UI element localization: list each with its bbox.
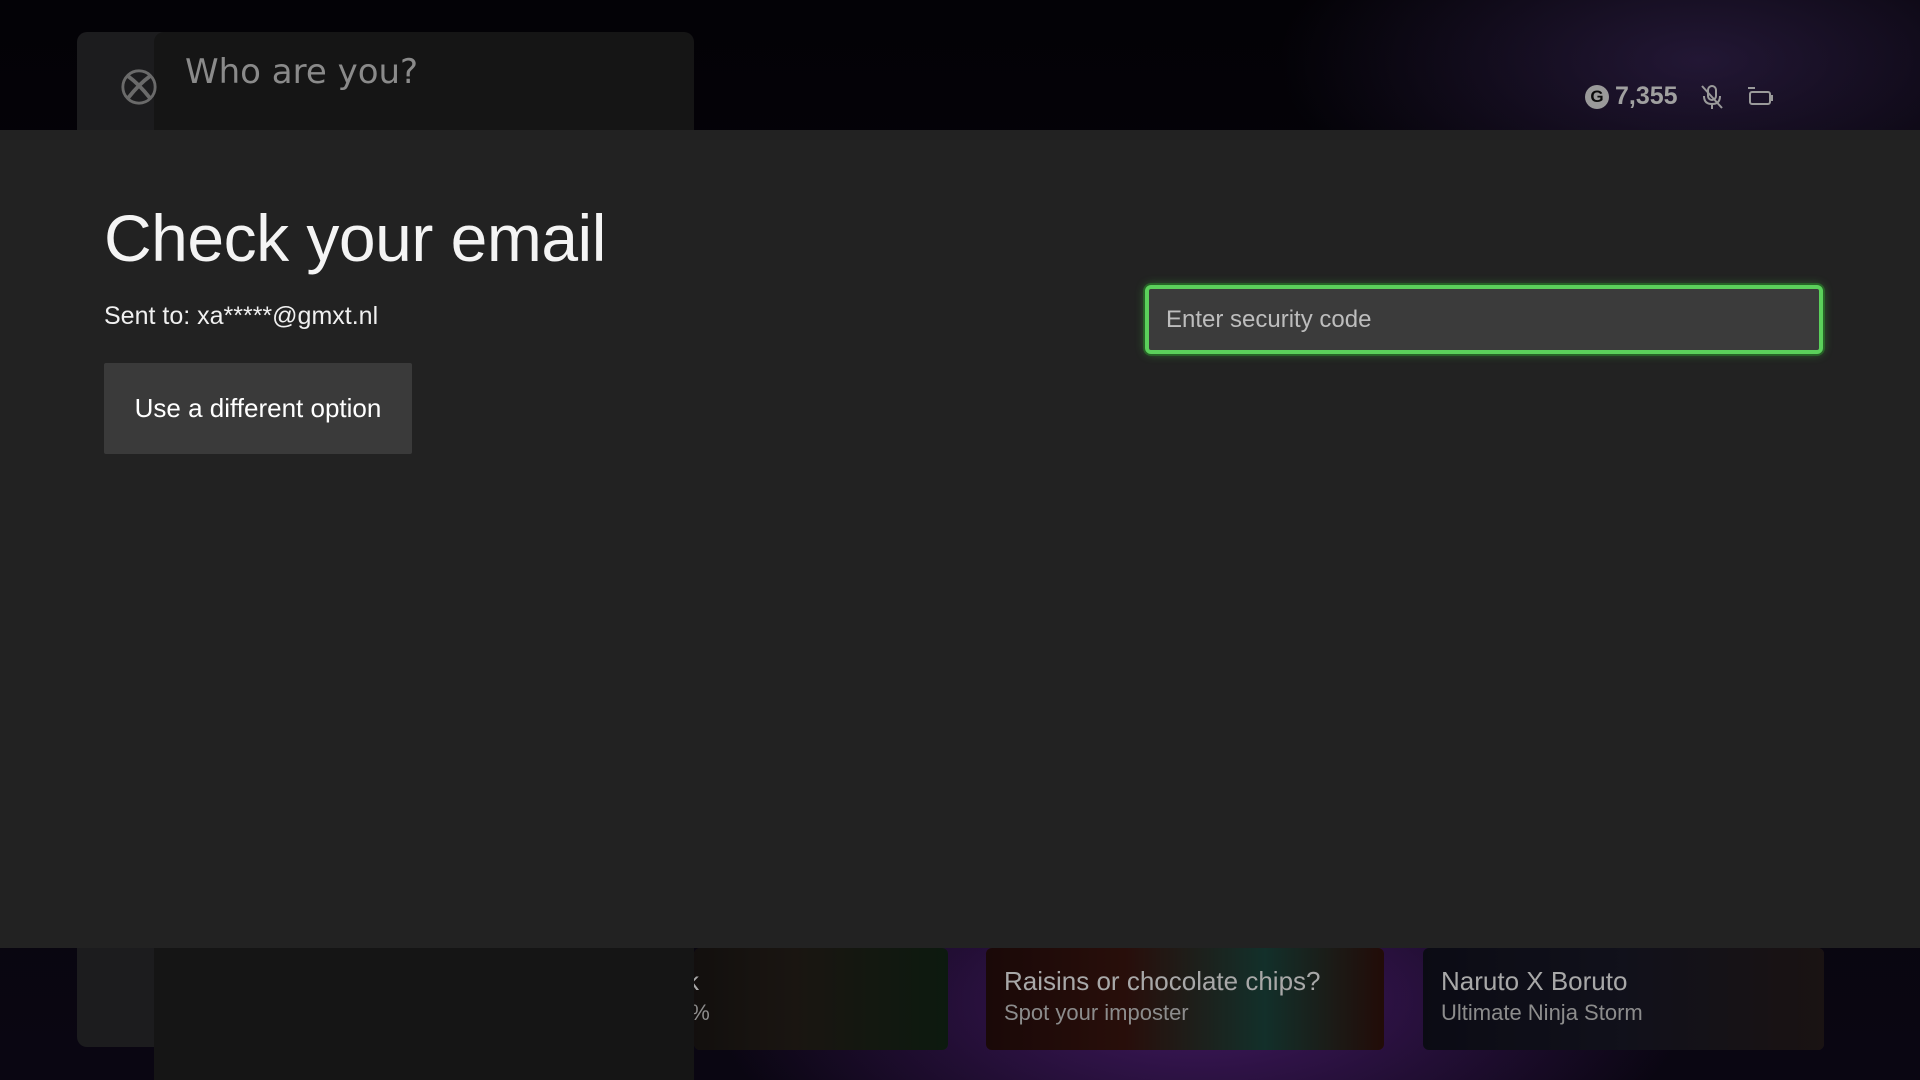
- screen: Who are you? G 7,355 k 0% Rai: [0, 0, 1920, 1080]
- gamerscore-icon: G: [1585, 84, 1609, 109]
- gamerscore-value: 7,355: [1615, 82, 1678, 110]
- sent-to-text: Sent to: xa*****@gmxt.nl: [104, 302, 379, 330]
- store-tile: Naruto X Boruto Ultimate Ninja Storm: [1423, 948, 1824, 1050]
- mic-muted-icon: [1700, 84, 1723, 109]
- tile-subtitle: Ultimate Ninja Storm: [1441, 1000, 1643, 1025]
- xbox-logo-icon: [121, 69, 157, 105]
- tile-title: k: [694, 966, 699, 997]
- tile-title: Naruto X Boruto: [1441, 966, 1628, 996]
- store-tile: k 0%: [694, 948, 948, 1050]
- who-are-you-title: Who are you?: [185, 52, 419, 92]
- battery-icon: [1747, 86, 1773, 105]
- tile-title: Raisins or chocolate chips?: [1004, 966, 1321, 996]
- gamerscore: G 7,355: [1585, 82, 1678, 111]
- dialog-title: Check your email: [104, 201, 606, 275]
- use-different-option-button[interactable]: Use a different option: [104, 363, 412, 454]
- security-code-input[interactable]: [1145, 285, 1823, 354]
- tile-subtitle: 0%: [694, 1000, 710, 1026]
- store-tile: Raisins or chocolate chips? Spot your im…: [986, 948, 1384, 1050]
- tile-subtitle: Spot your imposter: [1004, 1000, 1189, 1025]
- status-bar: G 7,355: [1585, 82, 1774, 111]
